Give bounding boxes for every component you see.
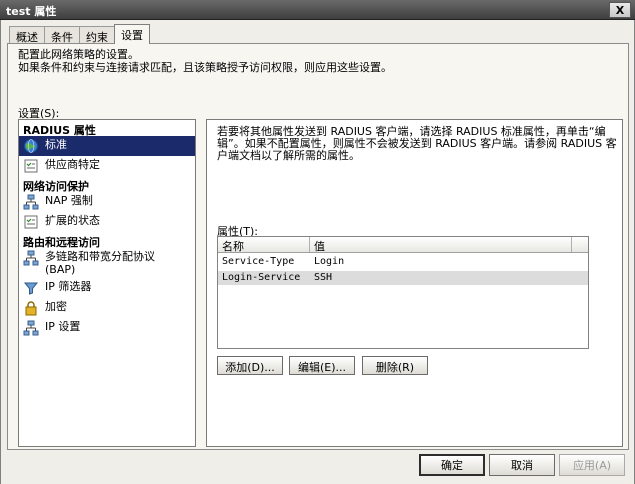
window-titlebar: test 属性 X bbox=[0, 0, 635, 20]
network-icon bbox=[23, 320, 39, 336]
nav-item-ip-settings[interactable]: IP 设置 bbox=[19, 318, 195, 338]
nav-item-encryption[interactable]: 加密 bbox=[19, 298, 195, 318]
nav-item-extended-state[interactable]: 扩展的状态 bbox=[19, 212, 195, 232]
nav-item-label: 供应商特定 bbox=[45, 158, 100, 171]
nav-item-nap-enforcement[interactable]: NAP 强制 bbox=[19, 192, 195, 212]
list-header: 名称 值 bbox=[218, 237, 588, 253]
intro-line-2: 如果条件和约束与连接请求匹配，且该策略授予访问权限，则应用这些设置。 bbox=[18, 61, 392, 74]
settings-tab-page: 配置此网络策略的设置。 如果条件和约束与连接请求匹配，且该策略授予访问权限，则应… bbox=[7, 43, 629, 450]
nav-item-multilink-bap[interactable]: 多链路和带宽分配协议 (BAP) bbox=[19, 248, 195, 278]
nav-item-vendor-specific[interactable]: 供应商特定 bbox=[19, 156, 195, 176]
cell-name: Service-Type bbox=[222, 256, 295, 267]
remove-button[interactable]: 删除(R) bbox=[362, 356, 428, 375]
globe-icon bbox=[24, 139, 38, 153]
intro-line-1: 配置此网络策略的设置。 bbox=[18, 48, 139, 61]
cancel-label: 取消 bbox=[511, 459, 533, 472]
close-icon: X bbox=[615, 3, 625, 17]
nav-item-label: NAP 强制 bbox=[45, 194, 93, 207]
section-routing-remote-access: 路由和远程访问 bbox=[19, 232, 195, 249]
edit-button[interactable]: 编辑(E)... bbox=[289, 356, 355, 375]
section-radius-attributes: RADIUS 属性 bbox=[19, 120, 195, 137]
intro-text: 配置此网络策略的设置。 如果条件和约束与连接请求匹配，且该策略授予访问权限，则应… bbox=[18, 48, 392, 74]
nav-item-label: 多链路和带宽分配协议 bbox=[45, 250, 155, 263]
nav-item-label: 扩展的状态 bbox=[45, 214, 100, 227]
nav-item-ip-filters[interactable]: IP 筛选器 bbox=[19, 278, 195, 298]
ok-label: 确定 bbox=[441, 459, 463, 472]
filter-icon bbox=[23, 282, 39, 295]
description-text: 若要将其他属性发送到 RADIUS 客户端，请选择 RADIUS 标准属性，再单… bbox=[217, 125, 617, 162]
lock-icon bbox=[25, 301, 37, 316]
apply-label: 应用(A) bbox=[572, 459, 612, 472]
section-network-access-protection: 网络访问保护 bbox=[19, 176, 195, 193]
section-header-label: 网络访问保护 bbox=[23, 180, 89, 193]
column-header-filler bbox=[572, 237, 588, 252]
cell-value: Login bbox=[314, 256, 345, 267]
column-header-name[interactable]: 名称 bbox=[218, 237, 310, 253]
dialog-body: 概述 条件 约束 设置 配置此网络策略的设置。 如果条件和约束与连接请求匹配，且… bbox=[0, 20, 635, 484]
nav-item-label-group: 多链路和带宽分配协议 (BAP) bbox=[45, 250, 155, 276]
nav-item-label: IP 筛选器 bbox=[45, 280, 92, 293]
close-button[interactable]: X bbox=[609, 2, 631, 18]
tab-settings[interactable]: 设置 bbox=[114, 24, 150, 44]
window-title: test 属性 bbox=[6, 5, 57, 18]
network-icon bbox=[23, 194, 39, 210]
tab-overview[interactable]: 概述 bbox=[9, 26, 45, 44]
apply-button[interactable]: 应用(A) bbox=[559, 454, 625, 476]
column-header-value[interactable]: 值 bbox=[310, 237, 572, 253]
tab-conditions[interactable]: 条件 bbox=[44, 26, 80, 44]
cell-name: Login-Service bbox=[222, 272, 301, 283]
checklist-icon bbox=[24, 215, 38, 229]
checklist-icon bbox=[24, 159, 38, 173]
cancel-button[interactable]: 取消 bbox=[489, 454, 555, 476]
add-button[interactable]: 添加(D)... bbox=[217, 356, 283, 375]
settings-nav-panel: RADIUS 属性 标准 供应商特定 网络访问保护 NAP 强制 扩展的状态 路… bbox=[18, 119, 196, 447]
nav-item-label: 加密 bbox=[45, 300, 67, 313]
ok-button[interactable]: 确定 bbox=[419, 454, 485, 476]
settings-detail-panel: 若要将其他属性发送到 RADIUS 客户端，请选择 RADIUS 标准属性，再单… bbox=[206, 119, 623, 447]
nav-item-standard[interactable]: 标准 bbox=[19, 136, 195, 156]
nav-item-label: IP 设置 bbox=[45, 320, 81, 333]
section-header-label: RADIUS 属性 bbox=[23, 124, 96, 137]
tab-constraints[interactable]: 约束 bbox=[79, 26, 115, 44]
nav-item-label: 标准 bbox=[45, 138, 67, 151]
section-header-label: 路由和远程访问 bbox=[23, 236, 100, 249]
table-row[interactable]: Login-Service SSH bbox=[218, 271, 588, 285]
tab-strip: 概述 条件 约束 设置 bbox=[9, 24, 150, 44]
attributes-list[interactable]: 名称 值 Service-Type Login Login-Service SS… bbox=[217, 236, 589, 349]
network-icon bbox=[23, 250, 39, 266]
cell-value: SSH bbox=[314, 272, 333, 283]
table-row[interactable]: Service-Type Login bbox=[218, 255, 588, 269]
nav-item-label-2: (BAP) bbox=[45, 263, 76, 276]
